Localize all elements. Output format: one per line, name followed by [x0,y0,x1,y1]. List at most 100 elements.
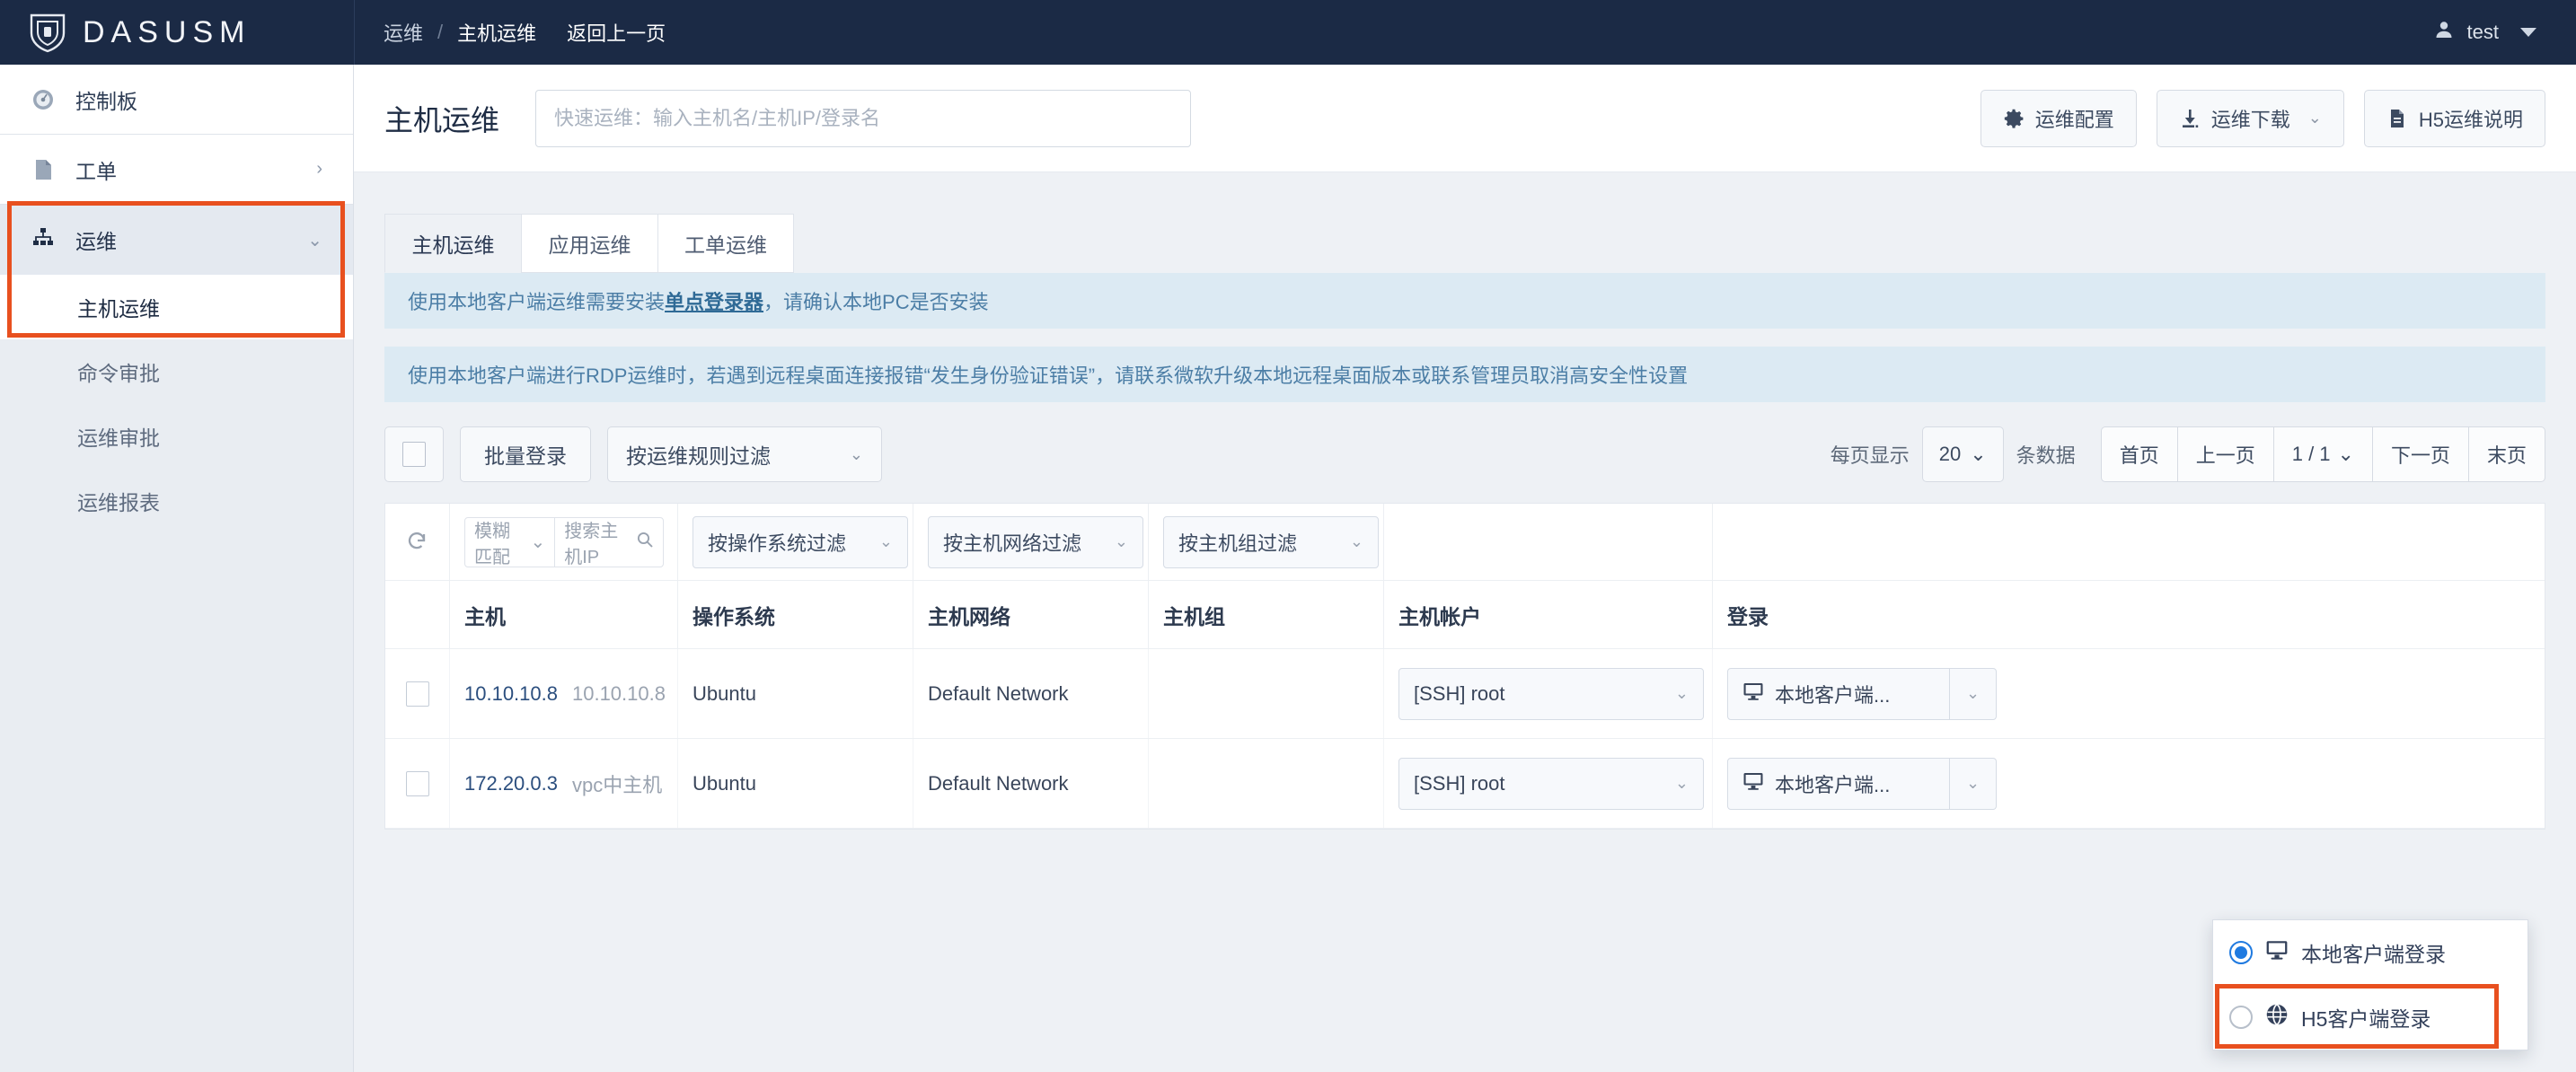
os-filter-select[interactable]: 按操作系统过滤 ⌄ [693,516,908,568]
match-mode-select[interactable]: 模糊匹配 ⌄ [465,518,555,567]
main-content: 主机运维 运维配置 [354,65,2576,1072]
login-dropdown-toggle[interactable]: ⌄ [1950,758,1997,810]
table-row: 10.10.10.8 10.10.10.8 Ubuntu Default Net… [385,649,2545,739]
row-checkbox[interactable] [406,681,429,707]
h5-guide-button[interactable]: H5运维说明 [2364,90,2545,147]
row-host-cell: 172.20.0.3 vpc中主机 [450,739,678,828]
shield-logo-icon [29,12,66,53]
chevron-down-icon: ⌄ [1350,532,1363,551]
row-checkbox[interactable] [406,771,429,796]
per-page-value: 20 [1939,443,1961,466]
host-ip-link[interactable]: 172.20.0.3 [464,772,558,795]
table-row: 172.20.0.3 vpc中主机 Ubuntu Default Network… [385,739,2545,829]
quick-search-input[interactable] [535,90,1191,147]
chevron-down-icon: ⌄ [1675,774,1689,793]
group-filter-select[interactable]: 按主机组过滤 ⌄ [1163,516,1379,568]
per-page-select[interactable]: 20 ⌄ [1922,426,2004,482]
os-value: Ubuntu [693,682,756,706]
first-page-label: 首页 [2120,440,2159,469]
account-select[interactable]: [SSH] root ⌄ [1398,758,1704,810]
login-button[interactable]: 本地客户端... [1727,758,1950,810]
login-button[interactable]: 本地客户端... [1727,668,1950,720]
network-value: Default Network [928,772,1069,795]
account-select[interactable]: [SSH] root ⌄ [1398,668,1704,720]
network-value: Default Network [928,682,1069,706]
login-button-group: 本地客户端... ⌄ [1727,758,1997,810]
row-checkbox-cell [385,649,450,738]
tab-label: 应用运维 [549,228,631,259]
page-indicator: 1 / 1 [2292,443,2331,466]
dashboard-icon [31,87,56,112]
chevron-down-icon: ⌄ [1966,684,1980,703]
radio-selected-icon[interactable] [2229,941,2253,964]
row-network-cell: Default Network [913,739,1149,828]
column-header-group: 主机组 [1149,581,1384,648]
tab-ticket-ops[interactable]: 工单运维 [657,214,794,273]
sidebar-item-tickets[interactable]: 工单 › [0,135,353,205]
chevron-right-icon: › [316,159,322,180]
column-header-network: 主机网络 [913,581,1149,648]
column-header-account: 主机帐户 [1384,581,1713,648]
sidebar-subitem-label: 主机运维 [77,292,160,322]
search-icon[interactable] [636,531,654,554]
sidebar-item-ops-report[interactable]: 运维报表 [0,469,353,533]
login-dropdown-toggle[interactable]: ⌄ [1950,668,1997,720]
network-filter-select[interactable]: 按主机网络过滤 ⌄ [928,516,1143,568]
table-toolbar: 批量登录 按运维规则过滤 ⌄ 每页显示 20 ⌄ 条数据 首页 上一页 1 / … [384,420,2545,488]
select-all-button[interactable] [384,426,444,482]
breadcrumb-current: 主机运维 [457,18,536,47]
sidebar-subitem-label: 运维审批 [77,421,160,452]
column-header-login: 登录 [1713,581,2036,648]
next-page-button[interactable]: 下一页 [2372,426,2468,482]
select-all-checkbox[interactable] [402,442,426,467]
login-option-local-client[interactable]: 本地客户端登录 [2213,920,2527,985]
ops-download-button[interactable]: 运维下载 ⌄ [2157,90,2344,147]
ops-rule-filter-select[interactable]: 按运维规则过滤 ⌄ [607,426,882,482]
refresh-icon[interactable] [404,529,431,556]
host-ip-search-input[interactable]: 搜索主机IP [555,518,663,567]
chevron-down-icon: ⌄ [530,531,545,553]
host-name: 10.10.10.8 [572,682,666,706]
ops-config-label: 运维配置 [2035,104,2114,133]
host-search-group: 模糊匹配 ⌄ 搜索主机IP [464,517,664,567]
last-page-button[interactable]: 末页 [2468,426,2545,482]
alert-text: 使用本地客户端进行RDP运维时，若遇到远程桌面连接报错“发生身份验证错误”，请联… [408,360,1688,389]
sidebar-item-command-approval[interactable]: 命令审批 [0,339,353,404]
breadcrumb-separator: / [437,21,443,44]
page-indicator-select[interactable]: 1 / 1 ⌄ [2273,426,2372,482]
sidebar-item-dashboard[interactable]: 控制板 [0,65,353,135]
user-menu[interactable]: test [2433,19,2576,46]
first-page-button[interactable]: 首页 [2101,426,2177,482]
tab-app-ops[interactable]: 应用运维 [521,214,657,273]
host-ip-link[interactable]: 10.10.10.8 [464,682,558,706]
filter-cell-refresh [385,504,450,580]
user-icon [2433,19,2455,46]
tab-host-ops[interactable]: 主机运维 [384,214,521,273]
sidebar-item-host-ops[interactable]: 主机运维 [0,275,353,339]
login-option-label: 本地客户端登录 [2301,937,2446,968]
alert-install-client: 使用本地客户端运维需要安装 单点登录器 ，请确认本地PC是否安装 [384,273,2545,329]
batch-login-button[interactable]: 批量登录 [460,426,591,482]
chevron-down-icon: ⌄ [879,532,893,551]
row-group-cell [1149,649,1384,738]
host-ip-search-placeholder: 搜索主机IP [564,517,629,567]
host-name: vpc中主机 [572,769,662,798]
brand-logo-area[interactable]: DASUSM [0,0,354,65]
tab-bar: 主机运维 应用运维 工单运维 [354,172,2576,273]
network-filter-label: 按主机网络过滤 [943,528,1081,557]
breadcrumb-root[interactable]: 运维 [384,18,423,47]
prev-page-button[interactable]: 上一页 [2177,426,2273,482]
account-value: [SSH] root [1414,772,1504,795]
chevron-down-icon: ⌄ [1115,532,1128,551]
chevron-down-icon: ⌄ [850,445,863,464]
sso-installer-link[interactable]: 单点登录器 [665,286,763,315]
alert-rdp-notice: 使用本地客户端进行RDP运维时，若遇到远程桌面连接报错“发生身份验证错误”，请联… [384,347,2545,402]
sidebar-item-ops-approval[interactable]: 运维审批 [0,404,353,469]
document-icon [31,157,56,182]
radio-unselected-icon[interactable] [2229,1006,2253,1029]
ops-config-button[interactable]: 运维配置 [1981,90,2137,147]
sidebar-group-operations[interactable]: 运维 ⌄ [0,205,353,275]
login-option-h5-client[interactable]: H5客户端登录 [2213,985,2527,1050]
table-filter-row: 模糊匹配 ⌄ 搜索主机IP [385,504,2545,581]
breadcrumb-back-link[interactable]: 返回上一页 [567,18,666,47]
